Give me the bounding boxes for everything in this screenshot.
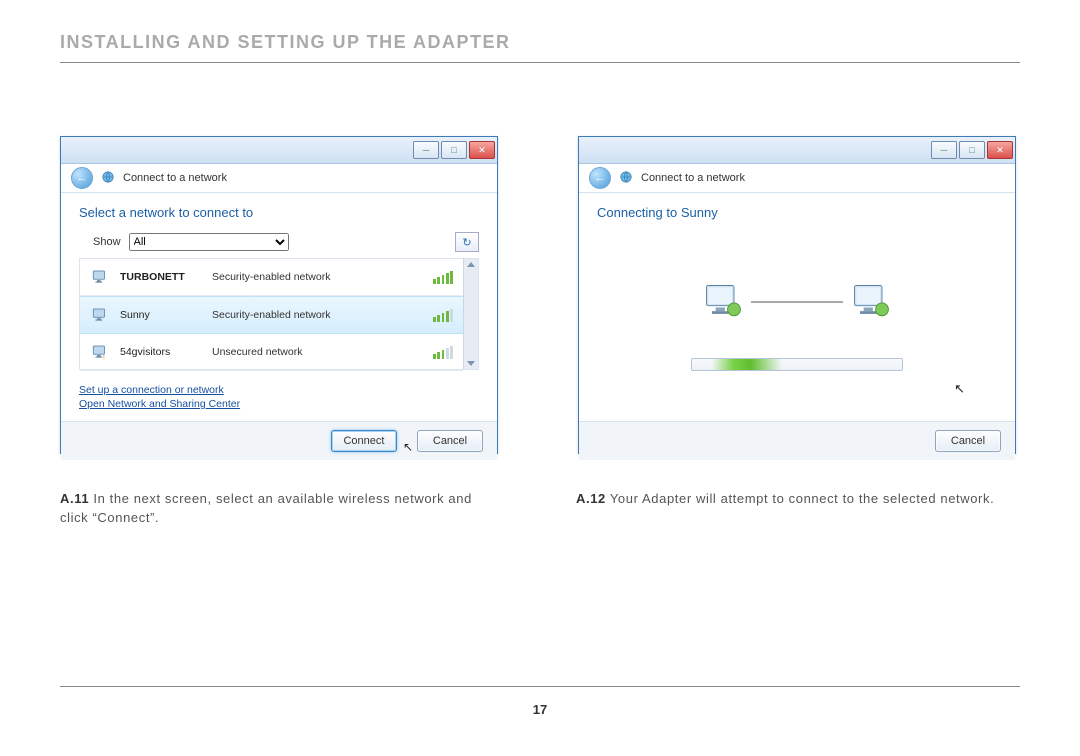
network-name: TURBONETT [120, 271, 202, 283]
back-arrow-icon[interactable]: ← [589, 167, 611, 189]
signal-bars-icon [433, 270, 453, 284]
caption-a11-number: A.11 [60, 491, 89, 506]
signal-bars-icon [433, 308, 453, 322]
connect-line [751, 298, 843, 306]
mouse-cursor-icon: ↖ [403, 440, 413, 454]
maximize-icon[interactable]: □ [441, 141, 467, 159]
network-icon [101, 170, 115, 187]
minimize-icon[interactable]: ─ [413, 141, 439, 159]
close-icon[interactable]: ✕ [469, 141, 495, 159]
computer-icon [90, 268, 110, 286]
show-label: Show [93, 236, 121, 248]
network-desc: Unsecured network [212, 346, 423, 358]
signal-bars-icon [433, 345, 453, 359]
caption-a12-number: A.12 [576, 491, 606, 506]
network-name: 54gvisitors [120, 346, 202, 358]
page-number: 17 [0, 702, 1080, 717]
captions: A.11 In the next screen, select an avail… [60, 490, 1020, 528]
crumb-title: Connect to a network [641, 172, 745, 184]
titlebar: ─ □ ✕ [579, 137, 1015, 164]
divider-bottom [60, 686, 1020, 687]
network-row[interactable]: ! 54gvisitors Unsecured network [80, 334, 463, 371]
dialog-headline: Connecting to Sunny [597, 205, 997, 220]
network-name: Sunny [120, 309, 202, 321]
network-row[interactable]: Sunny Security-enabled network [80, 296, 463, 334]
crumb-title: Connect to a network [123, 172, 227, 184]
close-icon[interactable]: ✕ [987, 141, 1013, 159]
refresh-icon[interactable]: ↻ [455, 232, 479, 252]
computer-icon: ! [90, 343, 110, 361]
titlebar: ─ □ ✕ [61, 137, 497, 164]
show-dropdown[interactable]: All [129, 233, 289, 251]
cancel-button[interactable]: Cancel [417, 430, 483, 452]
breadcrumb: ← Connect to a network [579, 164, 1015, 193]
network-icon [619, 170, 633, 187]
back-arrow-icon[interactable]: ← [71, 167, 93, 189]
scrollbar[interactable] [463, 259, 478, 369]
network-row[interactable]: TURBONETT Security-enabled network [80, 259, 463, 296]
svg-text:!: ! [103, 355, 105, 362]
network-list: TURBONETT Security-enabled network Sunny Se… [79, 258, 479, 370]
mouse-cursor-icon: ↖ [954, 381, 965, 397]
computer-monitor-icon [849, 280, 893, 324]
link-network-center[interactable]: Open Network and Sharing Center [79, 398, 479, 410]
maximize-icon[interactable]: □ [959, 141, 985, 159]
dialog-headline: Select a network to connect to [79, 205, 479, 220]
page-heading: INSTALLING AND SETTING UP THE ADAPTER [60, 32, 511, 53]
minimize-icon[interactable]: ─ [931, 141, 957, 159]
caption-a11-text: In the next screen, select an available … [60, 491, 472, 525]
network-desc: Security-enabled network [212, 309, 423, 321]
breadcrumb: ← Connect to a network [61, 164, 497, 193]
computer-monitor-icon [701, 280, 745, 324]
connection-illustration [701, 280, 893, 324]
divider-top [60, 62, 1020, 63]
dialog-connect-network: ─ □ ✕ ← Connect to a network Select a ne… [60, 136, 498, 454]
dialog-connecting: ─ □ ✕ ← Connect to a network Connecting … [578, 136, 1016, 454]
network-desc: Security-enabled network [212, 271, 423, 283]
connect-button[interactable]: Connect [331, 430, 397, 452]
computer-icon [90, 306, 110, 324]
cancel-button[interactable]: Cancel [935, 430, 1001, 452]
progress-bar [691, 358, 903, 371]
caption-a12-text: Your Adapter will attempt to connect to … [610, 491, 994, 506]
link-setup-connection[interactable]: Set up a connection or network [79, 384, 479, 396]
